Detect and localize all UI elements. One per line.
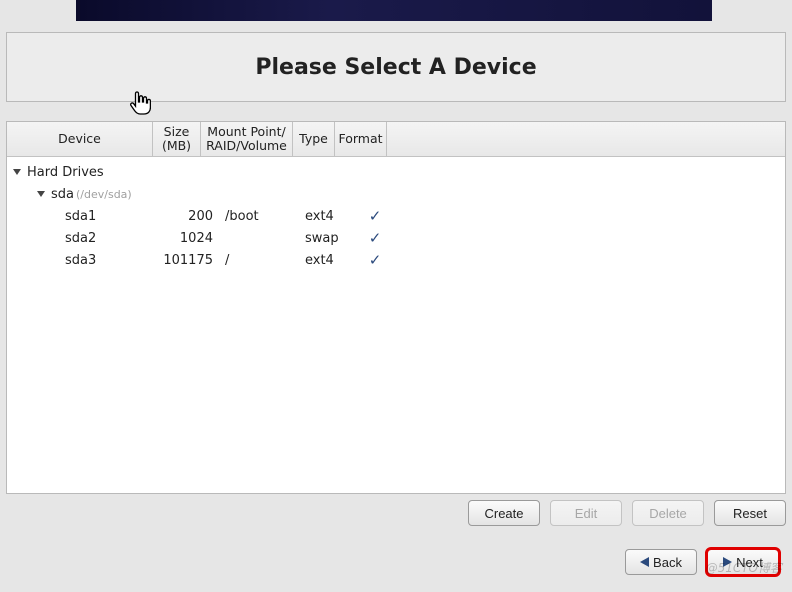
disk-name: sda xyxy=(51,187,74,202)
title-panel: Please Select A Device xyxy=(6,32,786,102)
device-table: Device Size (MB) Mount Point/ RAID/Volum… xyxy=(6,121,786,494)
create-button[interactable]: Create xyxy=(468,500,540,526)
page-title: Please Select A Device xyxy=(255,55,536,80)
col-mount[interactable]: Mount Point/ RAID/Volume xyxy=(201,122,293,156)
partition-mount: / xyxy=(221,253,305,268)
col-device[interactable]: Device xyxy=(7,122,153,156)
next-button[interactable]: Next xyxy=(707,549,779,575)
partition-type: swap xyxy=(305,231,349,246)
disk-path: (/dev/sda) xyxy=(74,188,132,201)
delete-button: Delete xyxy=(632,500,704,526)
edit-button: Edit xyxy=(550,500,622,526)
partition-name: sda1 xyxy=(13,209,161,224)
arrow-right-icon xyxy=(723,557,732,567)
next-label: Next xyxy=(736,555,763,570)
expand-icon[interactable] xyxy=(13,169,21,175)
partition-format: ✓ xyxy=(349,229,401,247)
partition-format: ✓ xyxy=(349,251,401,269)
banner-image xyxy=(76,0,712,21)
back-button[interactable]: Back xyxy=(625,549,697,575)
partition-size: 1024 xyxy=(161,231,221,246)
table-row[interactable]: sda3 101175 / ext4 ✓ xyxy=(7,249,785,271)
partition-mount: /boot xyxy=(221,209,305,224)
action-buttons: Create Edit Delete Reset xyxy=(468,500,786,526)
table-row[interactable]: sda1 200 /boot ext4 ✓ xyxy=(7,205,785,227)
partition-format: ✓ xyxy=(349,207,401,225)
table-body: Hard Drives sda (/dev/sda) sda1 200 /boo… xyxy=(7,157,785,275)
tree-disk[interactable]: sda (/dev/sda) xyxy=(7,183,785,205)
reset-button[interactable]: Reset xyxy=(714,500,786,526)
partition-name: sda3 xyxy=(13,253,161,268)
col-format[interactable]: Format xyxy=(335,122,387,156)
partition-type: ext4 xyxy=(305,209,349,224)
arrow-left-icon xyxy=(640,557,649,567)
nav-buttons: Back Next xyxy=(625,549,779,575)
partition-name: sda2 xyxy=(13,231,161,246)
col-type[interactable]: Type xyxy=(293,122,335,156)
partition-size: 101175 xyxy=(161,253,221,268)
tree-root[interactable]: Hard Drives xyxy=(7,161,785,183)
col-size[interactable]: Size (MB) xyxy=(153,122,201,156)
hand-cursor-icon xyxy=(129,90,151,118)
table-header: Device Size (MB) Mount Point/ RAID/Volum… xyxy=(7,122,785,157)
col-spacer xyxy=(387,122,785,156)
check-icon: ✓ xyxy=(369,207,382,225)
partition-size: 200 xyxy=(161,209,221,224)
root-label: Hard Drives xyxy=(27,165,104,180)
check-icon: ✓ xyxy=(369,251,382,269)
expand-icon[interactable] xyxy=(37,191,45,197)
check-icon: ✓ xyxy=(369,229,382,247)
partition-type: ext4 xyxy=(305,253,349,268)
back-label: Back xyxy=(653,555,682,570)
table-row[interactable]: sda2 1024 swap ✓ xyxy=(7,227,785,249)
